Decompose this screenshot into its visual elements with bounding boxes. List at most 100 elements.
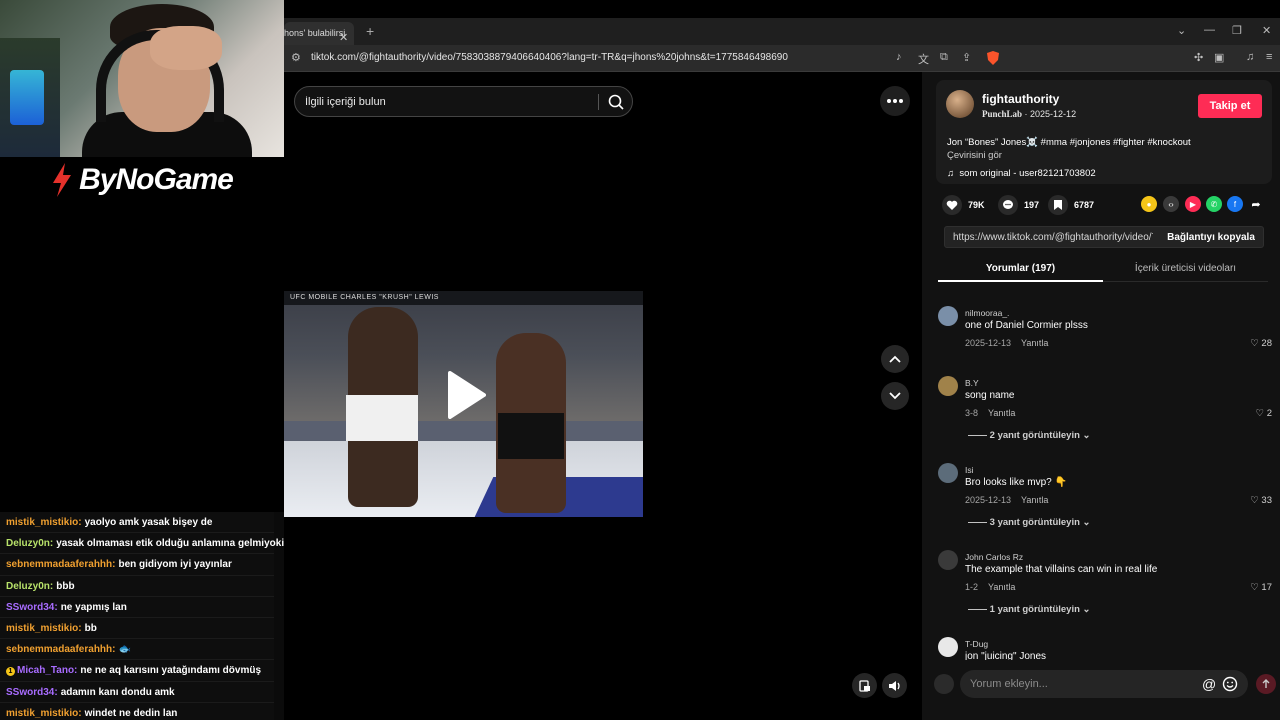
heart-outline-icon: ♡ <box>1250 495 1262 506</box>
follow-button[interactable]: Takip et <box>1198 94 1262 118</box>
chat-username[interactable]: sebnemmadaaferahhh: <box>6 644 115 655</box>
site-settings-icon[interactable]: ⚙ <box>291 51 301 64</box>
heart-outline-icon: ♡ <box>1255 408 1267 419</box>
reply-button[interactable]: Yanıtla <box>1021 338 1048 348</box>
webcam-feed <box>0 0 284 157</box>
view-replies-button[interactable]: —— 2 yanıt görüntüleyin ⌄ <box>968 430 1091 441</box>
volume-icon <box>888 680 900 691</box>
chat-username[interactable]: sebnemmadaaferahhh: <box>6 559 115 570</box>
commenter-avatar[interactable] <box>938 376 958 396</box>
wallet-icon[interactable]: ▣ <box>1214 51 1224 64</box>
commenter-avatar[interactable] <box>938 306 958 326</box>
comment-like-button[interactable]: ♡ 28 <box>1250 338 1272 349</box>
music-note-icon: ♫ <box>947 168 960 179</box>
emoji-icon[interactable] <box>1222 676 1238 692</box>
whatsapp-icon[interactable]: ✆ <box>1206 196 1222 212</box>
comment-like-button[interactable]: ♡ 2 <box>1256 408 1272 419</box>
copy-link-button[interactable]: Bağlantıyı kopyala <box>1159 227 1263 247</box>
music-link[interactable]: ♫ som original - user82121703802 <box>947 168 1096 179</box>
chat-username[interactable]: Micah_Tano: <box>17 665 77 676</box>
panel-tabs: Yorumlar (197) İçerik üreticisi videolar… <box>938 258 1268 282</box>
author-avatar[interactable] <box>946 90 974 118</box>
close-icon[interactable]: ✕ <box>339 27 348 45</box>
chat-username[interactable]: mistik_mistikio: <box>6 623 82 634</box>
save-button[interactable]: 6787 <box>1048 194 1094 216</box>
view-replies-button[interactable]: —— 1 yanıt görüntüleyin ⌄ <box>968 604 1091 615</box>
tab-comments[interactable]: Yorumlar (197) <box>938 263 1103 282</box>
comment-text: one of Daniel Cormier plsss <box>965 320 1088 331</box>
comment-item: B.Y song name 3-8 Yanıtla ♡ 2 —— 2 yanıt görü… <box>938 368 1274 455</box>
browser-tab[interactable]: hons' bulabilirsi ✕ <box>284 22 354 45</box>
search-icon[interactable] <box>607 93 625 111</box>
commenter-avatar[interactable] <box>938 637 958 657</box>
author-username[interactable]: fightauthority <box>982 92 1059 106</box>
open-external-icon[interactable]: ⧉ <box>940 51 948 64</box>
share-arrow-icon[interactable]: ➦ <box>1248 196 1264 212</box>
chat-message: Deluzy0n: bbb <box>0 575 274 597</box>
mention-icon[interactable]: @ <box>1202 676 1216 692</box>
commenter-name[interactable]: T-Dug <box>965 639 988 649</box>
extensions-icon[interactable]: ✣ <box>1194 51 1203 64</box>
view-replies-button[interactable]: —— 3 yanıt görüntüleyin ⌄ <box>968 517 1091 528</box>
chat-text: yasak olmaması etik olduğu anlamına gelm… <box>56 538 284 550</box>
chat-username[interactable]: SSword34: <box>6 602 58 613</box>
like-button[interactable]: 79K <box>942 194 985 216</box>
reply-button[interactable]: Yanıtla <box>988 582 1015 592</box>
previous-video-button[interactable] <box>881 345 909 373</box>
comment-item: John Carlos Rz The example that villains … <box>938 542 1274 629</box>
comment-text: jon "juicing" Jones <box>965 651 1047 660</box>
chat-username[interactable]: SSword34: <box>6 687 58 698</box>
coin-share-icon[interactable]: ● <box>1141 196 1157 212</box>
comment-like-button[interactable]: ♡ 33 <box>1250 495 1272 506</box>
restore-icon[interactable]: ❐ <box>1232 24 1242 37</box>
video-banner: UFC MOBILE CHARLES "KRUSH" LEWIS <box>284 291 643 305</box>
floating-player-button[interactable] <box>852 673 877 698</box>
search-input[interactable] <box>305 87 585 116</box>
video-player[interactable]: UFC MOBILE CHARLES "KRUSH" LEWIS <box>284 291 643 517</box>
new-tab-icon[interactable]: + <box>366 23 374 39</box>
mute-icon[interactable]: ♪ <box>896 51 902 63</box>
volume-button[interactable] <box>882 673 907 698</box>
embed-icon[interactable]: ‹› <box>1163 196 1179 212</box>
minimize-icon[interactable]: — <box>1204 24 1215 36</box>
author-meta: PunchLab · 2025-12-12 <box>982 109 1077 119</box>
brave-shield-icon[interactable] <box>986 51 1000 68</box>
commenter-name[interactable]: nilmooraa_. <box>965 308 1009 318</box>
menu-icon[interactable]: ≡ <box>1266 51 1272 63</box>
commenter-avatar[interactable] <box>938 550 958 570</box>
url-field[interactable]: tiktok.com/@fightauthority/video/7583038… <box>311 52 788 63</box>
chat-username[interactable]: mistik_mistikio: <box>6 517 82 528</box>
chat-username[interactable]: Deluzy0n: <box>6 581 53 592</box>
next-video-button[interactable] <box>881 382 909 410</box>
tab-creator-videos[interactable]: İçerik üreticisi videoları <box>1103 263 1268 274</box>
chevron-down-icon[interactable]: ⌄ <box>1177 24 1186 37</box>
reply-button[interactable]: Yanıtla <box>988 408 1015 418</box>
chat-text: ben gidiyom iyi yayınlar <box>118 559 232 571</box>
save-count: 6787 <box>1074 200 1095 210</box>
commenter-name[interactable]: Isi <box>965 465 974 475</box>
translate-icon[interactable]: 文 <box>918 51 929 67</box>
chat-text: windet ne dedin lan <box>84 707 178 719</box>
media-icon[interactable]: ♫ <box>1246 51 1254 63</box>
post-comment-button[interactable] <box>1256 674 1276 694</box>
commenter-avatar[interactable] <box>938 463 958 483</box>
comment-button[interactable]: 197 <box>998 194 1039 216</box>
comment-like-count: 2 <box>1266 408 1272 419</box>
window-close-icon[interactable]: ✕ <box>1262 24 1271 37</box>
comment-item: nilmooraa_. one of Daniel Cormier plsss 20… <box>938 298 1274 368</box>
send-friends-icon[interactable]: ▶ <box>1185 196 1201 212</box>
comment-meta: 2025-12-13 Yanıtla <box>965 495 1048 505</box>
chat-username[interactable]: mistik_mistikio: <box>6 708 82 719</box>
play-icon[interactable] <box>446 371 486 419</box>
heart-outline-icon: ♡ <box>1250 338 1262 349</box>
share-icon[interactable]: ⇪ <box>962 51 971 64</box>
comment-like-button[interactable]: ♡ 17 <box>1250 582 1272 593</box>
facebook-icon[interactable]: f <box>1227 196 1243 212</box>
chat-username[interactable]: Deluzy0n: <box>6 538 53 549</box>
translate-link[interactable]: Çevirisini gör <box>947 150 1002 161</box>
commenter-name[interactable]: John Carlos Rz <box>965 552 1023 562</box>
more-options-button[interactable] <box>880 86 910 116</box>
share-link[interactable]: https://www.tiktok.com/@fightauthority/v… <box>953 232 1153 243</box>
commenter-name[interactable]: B.Y <box>965 378 979 388</box>
reply-button[interactable]: Yanıtla <box>1021 495 1048 505</box>
